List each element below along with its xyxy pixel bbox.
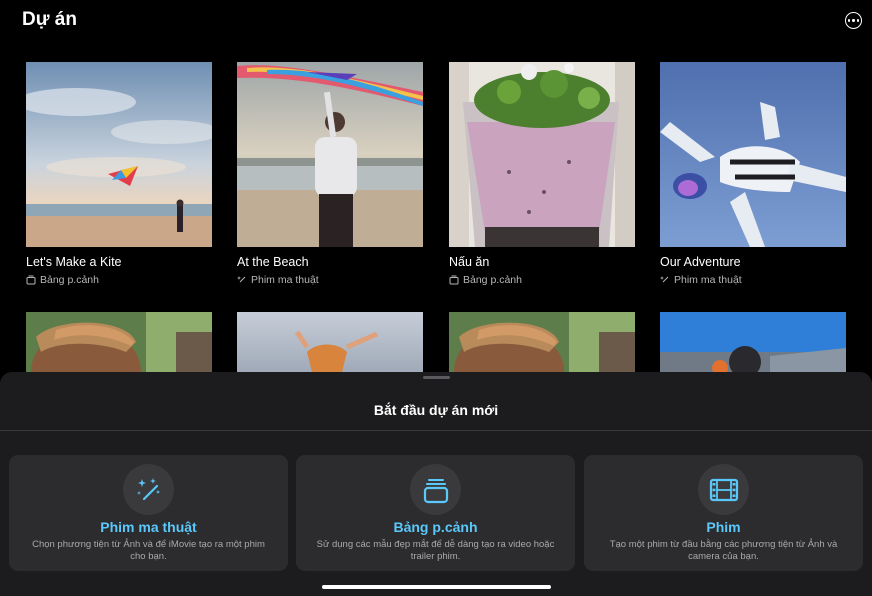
film-icon	[698, 464, 749, 515]
option-description: Sử dụng các mẫu đẹp mắt để dễ dàng tạo r…	[316, 539, 555, 562]
sheet-grabber[interactable]	[423, 376, 450, 379]
project-thumbnail[interactable]	[237, 62, 423, 247]
option-title: Bảng p.cảnh	[393, 519, 478, 535]
project-thumbnail[interactable]	[26, 62, 212, 247]
project-thumbnail[interactable]	[660, 62, 846, 247]
project-type: Bảng p.cảnh	[26, 274, 212, 286]
project-type: Bảng p.cảnh	[449, 274, 635, 286]
magic-movie-option[interactable]: Phim ma thuật Chọn phương tiện từ Ảnh và…	[9, 455, 288, 571]
movie-option[interactable]: Phim Tạo một phim từ đầu bằng các phương…	[584, 455, 863, 571]
project-type-label: Phim ma thuật	[674, 274, 742, 286]
project-thumbnail[interactable]	[660, 312, 846, 372]
project-thumbnail[interactable]	[26, 312, 212, 372]
project-thumbnail[interactable]	[237, 312, 423, 372]
project-type: Phim ma thuật	[660, 274, 846, 286]
magic-wand-icon	[660, 276, 669, 283]
project-card[interactable]: Our Adventure Phim ma thuật	[660, 62, 846, 286]
new-project-sheet: Bắt đầu dự án mới Phim ma thuật Chọn phư…	[0, 372, 872, 596]
project-type-label: Bảng p.cảnh	[40, 274, 99, 286]
project-grid: Let's Make a Kite Bảng p.cảnh At the Bea…	[0, 0, 872, 375]
project-card[interactable]: Let's Make a Kite Bảng p.cảnh	[26, 62, 212, 286]
sheet-title: Bắt đầu dự án mới	[373, 402, 499, 418]
storyboard-icon	[449, 275, 459, 285]
option-description: Chọn phương tiện từ Ảnh và để iMovie tạo…	[32, 539, 265, 562]
option-title: Phim	[706, 519, 741, 535]
project-type-label: Bảng p.cảnh	[463, 274, 522, 286]
divider	[0, 430, 872, 431]
option-title: Phim ma thuật	[100, 519, 197, 535]
project-type: Phim ma thuật	[237, 274, 423, 286]
project-thumbnail[interactable]	[449, 62, 635, 247]
project-type-label: Phim ma thuật	[251, 274, 319, 286]
project-card[interactable]: Nấu ăn Bảng p.cảnh	[449, 62, 635, 286]
home-indicator[interactable]	[322, 585, 551, 589]
project-title: At the Beach	[237, 255, 309, 269]
magic-wand-icon	[123, 464, 174, 515]
project-card[interactable]: At the Beach Phim ma thuật	[237, 62, 423, 286]
project-title: Let's Make a Kite	[26, 255, 122, 269]
storyboard-icon	[410, 464, 461, 515]
project-title: Our Adventure	[660, 255, 741, 269]
option-description: Tạo một phim từ đầu bằng các phương tiện…	[609, 539, 838, 562]
storyboard-option[interactable]: Bảng p.cảnh Sử dụng các mẫu đẹp mắt để d…	[296, 455, 575, 571]
storyboard-icon	[26, 275, 36, 285]
project-title: Nấu ăn	[449, 255, 490, 269]
project-thumbnail[interactable]	[449, 312, 635, 372]
magic-wand-icon	[237, 276, 246, 283]
